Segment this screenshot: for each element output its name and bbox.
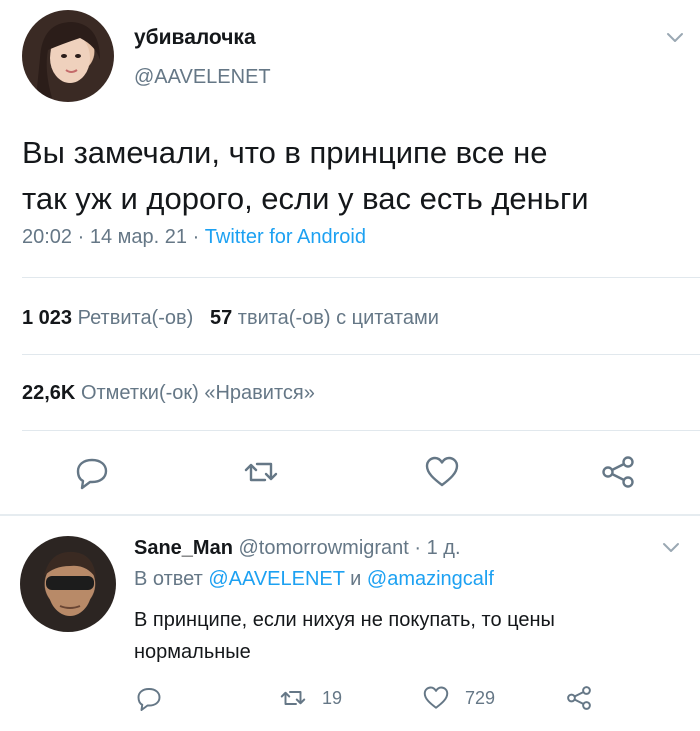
- replying-to-label: В ответ: [134, 568, 203, 590]
- reply-text-line: В принципе, если нихуя не покупать, то ц…: [134, 609, 555, 631]
- retweet-count: 19: [322, 688, 343, 708]
- likes-label: Отметки(-ок) «Нравится»: [80, 382, 315, 404]
- reply-text: В принципе, если нихуя не покупать, то ц…: [134, 604, 674, 668]
- retweet-icon[interactable]: [241, 452, 281, 492]
- author-display-name[interactable]: убивалочка: [134, 26, 256, 50]
- author-handle[interactable]: @AAVELENET: [134, 66, 271, 89]
- retweets-label: Ретвита(-ов): [77, 307, 194, 329]
- heart-icon[interactable]: [422, 452, 462, 492]
- tweet-source-link[interactable]: Twitter for Android: [205, 226, 366, 248]
- reply-icon[interactable]: [72, 452, 112, 492]
- replying-to-conjunction: и: [350, 568, 362, 590]
- tweet-meta: 20:02 · 14 мар. 21 · Twitter for Android: [22, 226, 366, 249]
- tweet-text: Вы замечали, что в принципе все не так у…: [22, 130, 682, 222]
- divider: [22, 430, 700, 431]
- chevron-down-icon[interactable]: [660, 536, 682, 558]
- share-icon[interactable]: [564, 683, 594, 713]
- retweets-count: 1 023: [22, 307, 73, 329]
- reply-author-avatar[interactable]: [20, 536, 116, 632]
- replying-to: В ответ @AAVELENET и @amazingcalf: [134, 568, 494, 591]
- retweet-stats[interactable]: 1 023 Ретвита(-ов) 57 твита(-ов) с цитат…: [22, 307, 439, 330]
- main-tweet: убивалочка @AAVELENET Вы замечали, что в…: [0, 0, 700, 516]
- thread-separator: [0, 514, 700, 516]
- meta-separator: ·: [414, 537, 427, 559]
- reply-header: Sane_Man @tomorrowmigrant · 1 д.: [134, 537, 461, 560]
- heart-icon[interactable]: [421, 683, 451, 713]
- replying-to-user-link[interactable]: @AAVELENET: [208, 568, 344, 590]
- reply-age: 1 д.: [426, 537, 461, 559]
- retweet-icon[interactable]: [278, 683, 308, 713]
- tweet-time: 20:02: [22, 226, 73, 248]
- tweet-text-line: так уж и дорого, если у вас есть деньги: [22, 181, 589, 216]
- quotes-count: 57: [209, 307, 233, 329]
- tweet-text-line: Вы замечали, что в принципе все не: [22, 135, 548, 170]
- meta-separator: ·: [192, 226, 205, 248]
- reply-actions: 19 729: [0, 683, 700, 715]
- reply-author-handle[interactable]: @tomorrowmigrant: [239, 537, 409, 559]
- tweet-actions: [0, 452, 700, 496]
- like-count: 729: [465, 688, 496, 708]
- tweet-date: 14 мар. 21: [89, 226, 188, 248]
- divider: [22, 354, 700, 355]
- chevron-down-icon[interactable]: [664, 26, 686, 48]
- likes-count: 22,6K: [22, 382, 76, 404]
- reply-text-line: нормальные: [134, 641, 251, 663]
- divider: [22, 277, 700, 278]
- likes-stats[interactable]: 22,6K Отметки(-ок) «Нравится»: [22, 382, 315, 405]
- author-avatar[interactable]: [22, 10, 114, 102]
- reply-author-name[interactable]: Sane_Man: [134, 537, 233, 559]
- reply-icon[interactable]: [134, 683, 164, 713]
- share-icon[interactable]: [598, 452, 638, 492]
- replying-to-user-link[interactable]: @amazingcalf: [367, 568, 494, 590]
- quotes-label: твита(-ов) с цитатами: [237, 307, 439, 329]
- meta-separator: ·: [77, 226, 90, 248]
